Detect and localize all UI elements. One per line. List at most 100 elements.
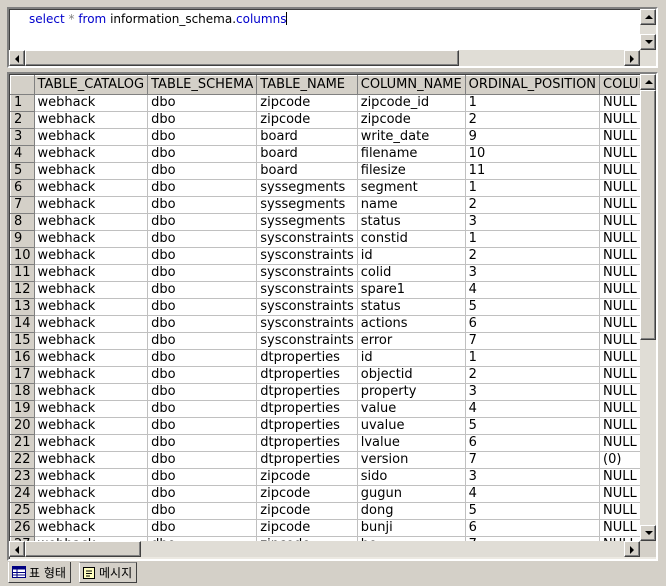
tab-grid[interactable]: 표 형태: [8, 562, 71, 583]
table-cell[interactable]: NULL: [599, 383, 640, 401]
table-cell[interactable]: NULL: [599, 111, 640, 129]
table-cell[interactable]: webhack: [34, 519, 149, 537]
table-cell[interactable]: sysconstraints: [256, 230, 358, 248]
table-row[interactable]: 10 webhack dbo sysconstraints id 2 NULL: [10, 247, 640, 265]
table-cell[interactable]: webhack: [34, 247, 149, 265]
table-cell[interactable]: NULL: [599, 434, 640, 452]
table-cell[interactable]: dbo: [147, 417, 258, 435]
table-cell[interactable]: dbo: [147, 298, 258, 316]
table-cell[interactable]: NULL: [599, 213, 640, 231]
table-cell[interactable]: webhack: [34, 94, 149, 112]
table-cell[interactable]: filesize: [357, 162, 466, 180]
table-row[interactable]: 1 webhack dbo zipcode zipcode_id 1 NULL: [10, 94, 640, 112]
table-cell[interactable]: dbo: [147, 247, 258, 265]
query-text[interactable]: select * from information_schema.columns: [29, 12, 288, 27]
table-cell[interactable]: dtproperties: [256, 366, 358, 384]
table-cell[interactable]: segment: [357, 179, 466, 197]
table-cell[interactable]: 5: [465, 502, 601, 520]
table-cell[interactable]: 2: [465, 196, 601, 214]
table-cell[interactable]: 3: [465, 213, 601, 231]
table-cell[interactable]: NULL: [599, 281, 640, 299]
table-cell[interactable]: gugun: [357, 485, 466, 503]
table-cell[interactable]: syssegments: [256, 213, 358, 231]
table-cell[interactable]: status: [357, 298, 466, 316]
grid-vertical-scrollbar[interactable]: [640, 74, 656, 541]
table-cell[interactable]: dbo: [147, 111, 258, 129]
table-row[interactable]: 2 webhack dbo zipcode zipcode 2 NULL: [10, 111, 640, 129]
table-cell[interactable]: sysconstraints: [256, 298, 358, 316]
row-number[interactable]: 1: [10, 94, 35, 112]
table-cell[interactable]: 7: [465, 332, 601, 350]
row-number[interactable]: 16: [10, 349, 35, 367]
table-cell[interactable]: webhack: [34, 128, 149, 146]
row-number[interactable]: 23: [10, 468, 35, 486]
table-cell[interactable]: name: [357, 196, 466, 214]
editor-horizontal-scrollbar[interactable]: [9, 50, 640, 66]
table-cell[interactable]: dbo: [147, 485, 258, 503]
row-number[interactable]: 21: [10, 434, 35, 452]
table-row[interactable]: 5 webhack dbo board filesize 11 NULL: [10, 162, 640, 180]
row-number[interactable]: 3: [10, 128, 35, 146]
table-cell[interactable]: webhack: [34, 349, 149, 367]
table-cell[interactable]: syssegments: [256, 196, 358, 214]
row-number[interactable]: 24: [10, 485, 35, 503]
table-cell[interactable]: sido: [357, 468, 466, 486]
table-cell[interactable]: NULL: [599, 247, 640, 265]
table-cell[interactable]: dtproperties: [256, 349, 358, 367]
table-row[interactable]: 21 webhack dbo dtproperties lvalue 6 NULL: [10, 434, 640, 452]
table-cell[interactable]: webhack: [34, 281, 149, 299]
scroll-down-button[interactable]: [640, 525, 656, 541]
table-cell[interactable]: NULL: [599, 179, 640, 197]
table-cell[interactable]: webhack: [34, 434, 149, 452]
scroll-left-button[interactable]: [9, 50, 25, 66]
table-cell[interactable]: 3: [465, 468, 601, 486]
table-row[interactable]: 16 webhack dbo dtproperties id 1 NULL: [10, 349, 640, 367]
table-cell[interactable]: 3: [465, 264, 601, 282]
table-cell[interactable]: 7: [465, 451, 601, 469]
table-cell[interactable]: dtproperties: [256, 400, 358, 418]
table-cell[interactable]: 6: [465, 315, 601, 333]
table-row[interactable]: 20 webhack dbo dtproperties uvalue 5 NULL: [10, 417, 640, 435]
table-cell[interactable]: id: [357, 247, 466, 265]
table-row[interactable]: 18 webhack dbo dtproperties property 3 NULL: [10, 383, 640, 401]
table-cell[interactable]: zipcode: [256, 519, 358, 537]
table-cell[interactable]: board: [256, 145, 358, 163]
table-cell[interactable]: dong: [357, 502, 466, 520]
row-number[interactable]: 17: [10, 366, 35, 384]
table-cell[interactable]: NULL: [599, 366, 640, 384]
table-row[interactable]: 8 webhack dbo syssegments status 3 NULL: [10, 213, 640, 231]
row-number[interactable]: 12: [10, 281, 35, 299]
table-cell[interactable]: dbo: [147, 196, 258, 214]
table-cell[interactable]: NULL: [599, 332, 640, 350]
table-cell[interactable]: value: [357, 400, 466, 418]
column-header[interactable]: TABLE_NAME: [256, 75, 358, 95]
table-cell[interactable]: webhack: [34, 298, 149, 316]
row-number[interactable]: 14: [10, 315, 35, 333]
scroll-right-button[interactable]: [624, 541, 640, 557]
scroll-left-button[interactable]: [9, 541, 25, 557]
grid-vscroll-thumb[interactable]: [640, 90, 656, 340]
table-cell[interactable]: sysconstraints: [256, 315, 358, 333]
table-cell[interactable]: uvalue: [357, 417, 466, 435]
table-cell[interactable]: actions: [357, 315, 466, 333]
table-cell[interactable]: 2: [465, 111, 601, 129]
table-cell[interactable]: zipcode_id: [357, 94, 466, 112]
table-cell[interactable]: NULL: [599, 162, 640, 180]
scroll-down-button[interactable]: [640, 34, 656, 50]
table-row[interactable]: 17 webhack dbo dtproperties objectid 2 NULL: [10, 366, 640, 384]
table-cell[interactable]: 11: [465, 162, 601, 180]
table-cell[interactable]: 4: [465, 485, 601, 503]
table-cell[interactable]: zipcode: [256, 485, 358, 503]
table-cell[interactable]: dtproperties: [256, 451, 358, 469]
row-number[interactable]: 18: [10, 383, 35, 401]
column-header[interactable]: COLUMN_NAME: [356, 75, 466, 95]
scroll-up-button[interactable]: [640, 9, 656, 25]
table-cell[interactable]: webhack: [34, 162, 149, 180]
table-cell[interactable]: 4: [465, 400, 601, 418]
row-number[interactable]: 2: [10, 111, 35, 129]
table-cell[interactable]: 9: [465, 128, 601, 146]
table-row[interactable]: 6 webhack dbo syssegments segment 1 NULL: [10, 179, 640, 197]
table-row[interactable]: 4 webhack dbo board filename 10 NULL: [10, 145, 640, 163]
table-row[interactable]: 25 webhack dbo zipcode dong 5 NULL: [10, 502, 640, 520]
table-cell[interactable]: dbo: [147, 434, 258, 452]
